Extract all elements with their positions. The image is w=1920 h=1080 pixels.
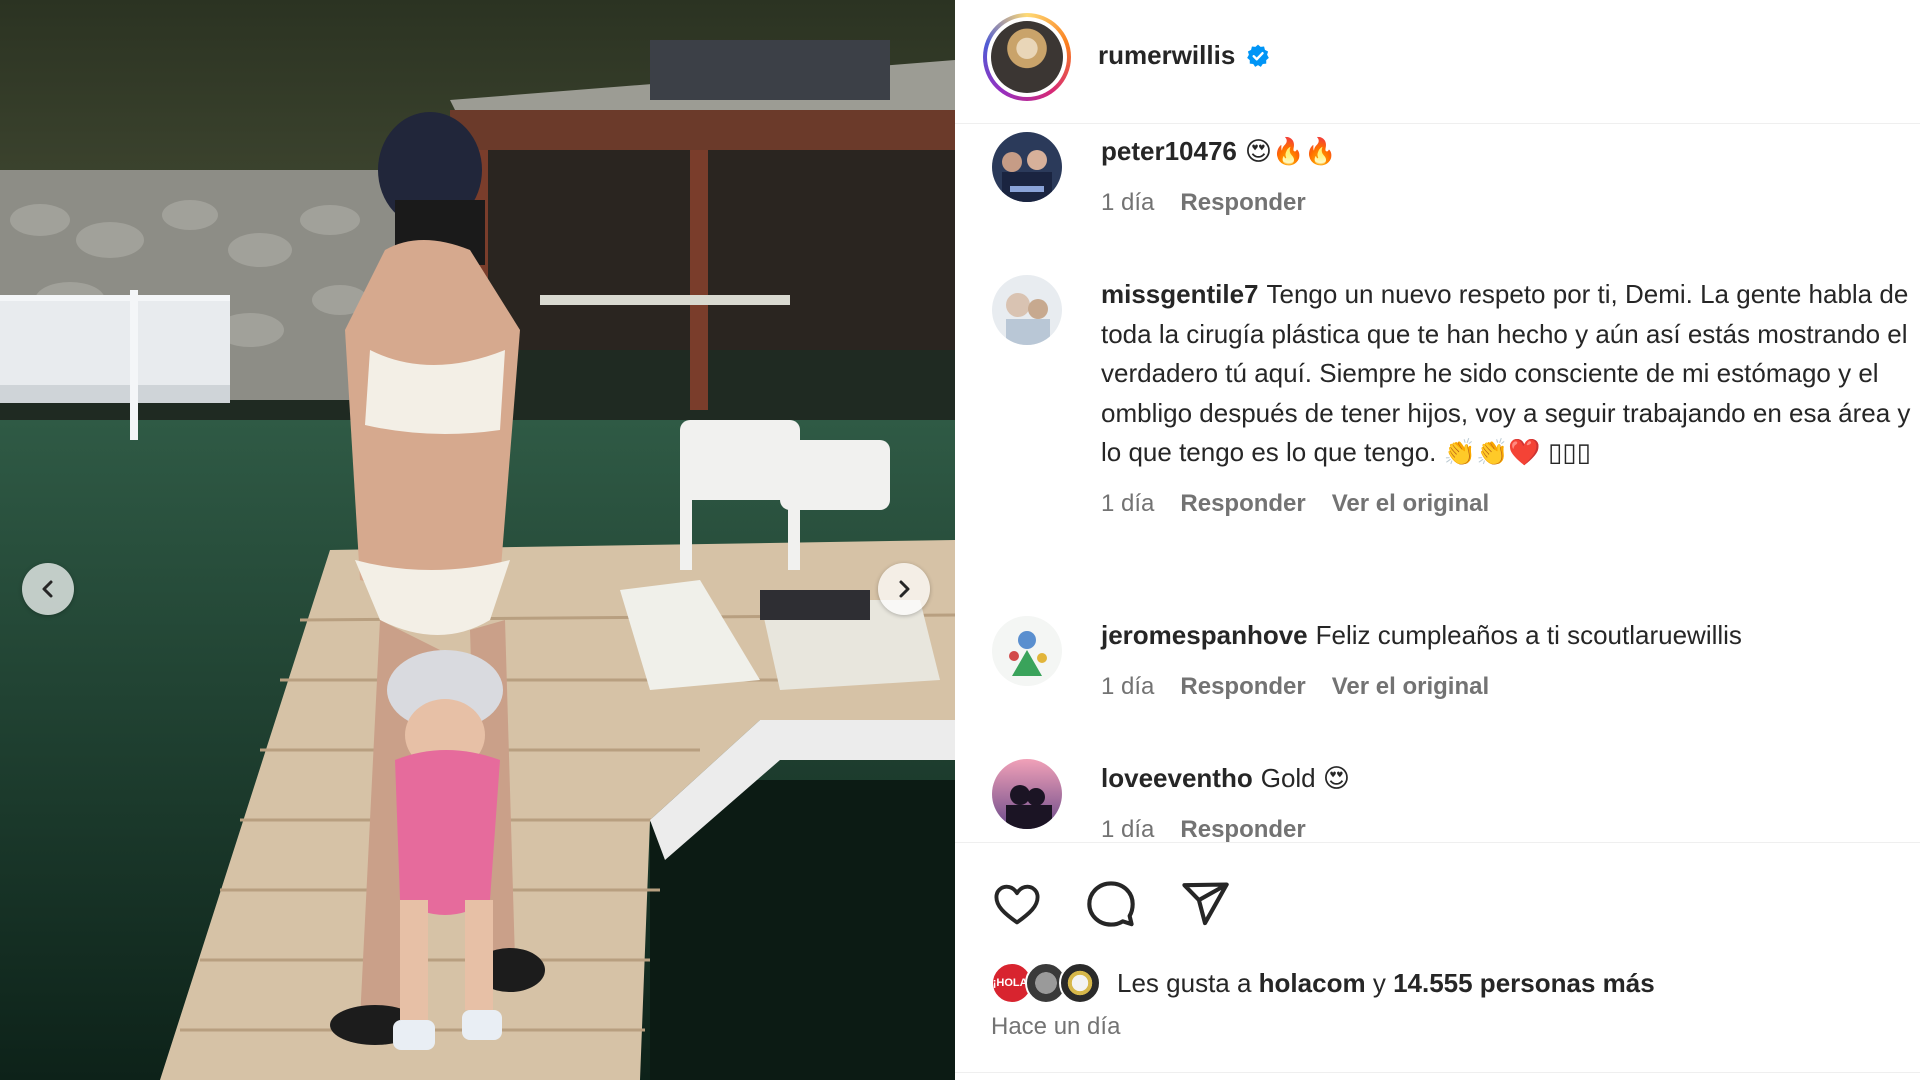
chevron-right-icon bbox=[899, 580, 910, 598]
author-name-row: rumerwillis bbox=[1098, 40, 1271, 71]
likes-account[interactable]: holacom bbox=[1259, 968, 1366, 999]
comment-text: jeromespanhove Feliz cumpleaños a ti scou… bbox=[1101, 616, 1920, 656]
see-original-button[interactable]: Ver el original bbox=[1332, 673, 1489, 701]
send-icon[interactable] bbox=[1179, 878, 1231, 930]
comment-meta: 1 día Responder Ver el original bbox=[1101, 490, 1920, 518]
author-avatar[interactable] bbox=[983, 13, 1071, 101]
comment-content: 😍🔥🔥 bbox=[1244, 136, 1337, 166]
reply-button[interactable]: Responder bbox=[1180, 189, 1305, 217]
comment-content: Gold 😍 bbox=[1260, 763, 1350, 793]
reply-button[interactable]: Responder bbox=[1180, 673, 1305, 701]
comment-username[interactable]: peter10476 bbox=[1101, 136, 1237, 166]
post-timestamp[interactable]: Hace un día bbox=[991, 1013, 1120, 1041]
comments-list: peter10476 😍🔥🔥 1 día Responder missgenti… bbox=[955, 124, 1920, 842]
comment-username[interactable]: jeromespanhove bbox=[1101, 620, 1308, 650]
comment-meta: 1 día Responder bbox=[1101, 816, 1920, 843]
reply-button[interactable]: Responder bbox=[1180, 490, 1305, 518]
carousel-next-button[interactable] bbox=[878, 563, 930, 615]
comment-text: peter10476 😍🔥🔥 bbox=[1101, 132, 1920, 172]
reply-button[interactable]: Responder bbox=[1180, 816, 1305, 843]
author-username[interactable]: rumerwillis bbox=[1098, 40, 1235, 71]
carousel-prev-button[interactable] bbox=[22, 563, 74, 615]
post-header: rumerwillis bbox=[955, 0, 1920, 124]
likes-summary: ¡HOLA! Les gusta a holacom y 14.555 pers… bbox=[991, 962, 1655, 1004]
comment-meta: 1 día Responder Ver el original bbox=[1101, 673, 1920, 701]
comment-time: 1 día bbox=[1101, 489, 1155, 517]
verified-badge-icon bbox=[1247, 44, 1270, 67]
post-photo bbox=[0, 0, 955, 1080]
divider bbox=[955, 1072, 1920, 1073]
commenter-avatar[interactable] bbox=[992, 132, 1062, 202]
comment-content: Feliz cumpleaños a ti scoutlaruewillis bbox=[1315, 620, 1742, 650]
heart-icon[interactable] bbox=[991, 878, 1043, 930]
comment-time: 1 día bbox=[1101, 815, 1155, 843]
post-side-panel: rumerwillis peter10476 😍🔥🔥 1 día Respond… bbox=[955, 0, 1920, 1080]
commenter-avatar[interactable] bbox=[992, 616, 1062, 686]
comment-time: 1 día bbox=[1101, 188, 1155, 216]
post-actions bbox=[991, 878, 1231, 930]
chevron-left-icon bbox=[42, 580, 53, 598]
commenter-avatar[interactable] bbox=[992, 759, 1062, 829]
comment-time: 1 día bbox=[1101, 672, 1155, 700]
likes-prefix: Les gusta a bbox=[1117, 967, 1252, 998]
comment-text: loveeventho Gold 😍 bbox=[1101, 759, 1920, 799]
comment-text: missgentile7 Tengo un nuevo respeto por t… bbox=[1101, 275, 1920, 473]
comment-meta: 1 día Responder bbox=[1101, 189, 1920, 217]
comment-bubble-icon[interactable] bbox=[1085, 878, 1137, 930]
dock-photo-illustration bbox=[0, 0, 955, 1080]
comment-username[interactable]: missgentile7 bbox=[1101, 279, 1259, 309]
comment-username[interactable]: loveeventho bbox=[1101, 763, 1253, 793]
likes-conjunction: y bbox=[1372, 967, 1386, 998]
commenter-avatar[interactable] bbox=[992, 275, 1062, 345]
likes-count[interactable]: 14.555 personas más bbox=[1393, 968, 1655, 999]
see-original-button[interactable]: Ver el original bbox=[1332, 490, 1489, 518]
liker-avatar bbox=[1059, 962, 1101, 1004]
divider bbox=[955, 842, 1920, 843]
liker-avatars[interactable]: ¡HOLA! bbox=[991, 962, 1101, 1004]
